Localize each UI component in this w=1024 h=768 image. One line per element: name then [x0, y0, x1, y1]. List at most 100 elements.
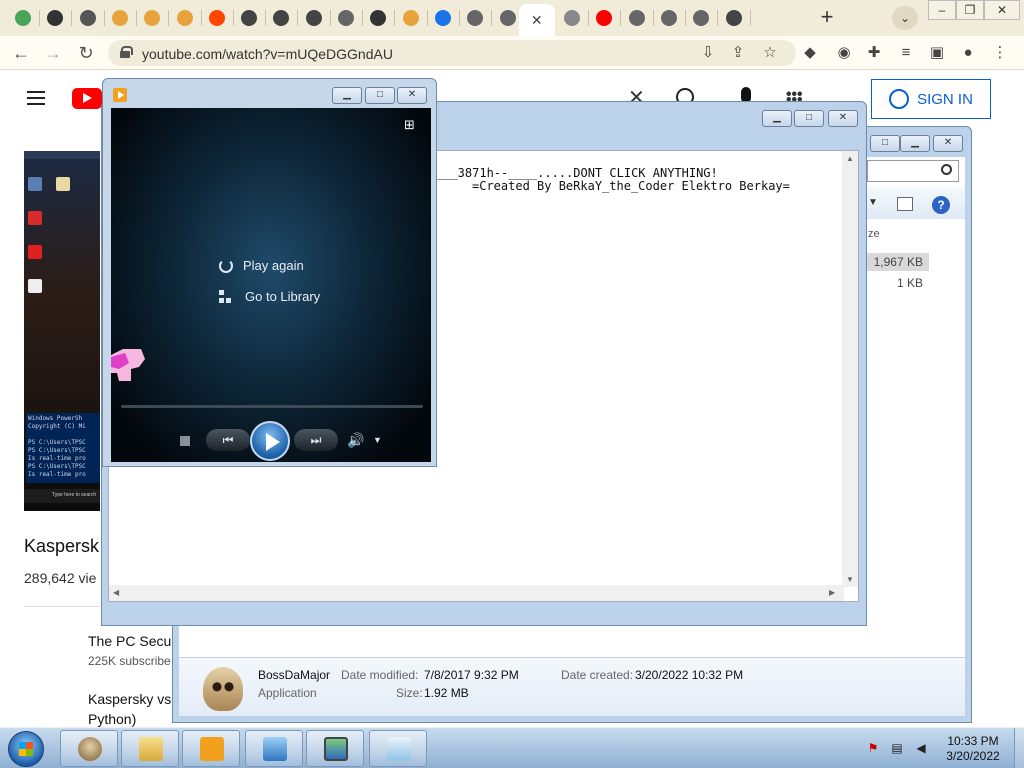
action-center-icon[interactable]: ⚑: [866, 741, 880, 755]
extension-doge-icon[interactable]: ◉: [834, 43, 854, 63]
scroll-right-icon[interactable]: ▶: [829, 588, 835, 597]
seek-bar[interactable]: [121, 405, 423, 408]
tab-favicon-icon: [15, 10, 31, 26]
extensions-puzzle-icon[interactable]: ✚: [864, 43, 884, 63]
share-icon[interactable]: ⇪: [728, 43, 748, 63]
restore-button[interactable]: ❐: [956, 0, 984, 20]
reload-icon[interactable]: ↻: [75, 42, 97, 64]
tab-active[interactable]: ✕: [518, 4, 555, 36]
volume-icon[interactable]: 🔊: [347, 432, 364, 449]
new-tab-button[interactable]: +: [814, 5, 840, 31]
sign-in-button[interactable]: SIGN IN: [871, 79, 991, 119]
minimize-button[interactable]: ▁: [900, 135, 930, 152]
extension-hat-icon[interactable]: ◆: [800, 43, 820, 63]
chevron-down-icon[interactable]: ▼: [868, 197, 878, 208]
taskbar-notepad[interactable]: [369, 730, 427, 767]
browser-tab[interactable]: [73, 4, 103, 32]
browser-tab[interactable]: [137, 4, 167, 32]
menu-kebab-icon[interactable]: ⋮: [990, 43, 1010, 63]
date-modified-label: Date modified:: [341, 668, 419, 682]
browser-tab[interactable]: [719, 4, 749, 32]
previous-button[interactable]: ⏮: [206, 429, 250, 451]
browser-tab[interactable]: [428, 4, 458, 32]
browser-tab[interactable]: [460, 4, 490, 32]
scroll-down-icon[interactable]: ▼: [846, 575, 854, 584]
bookmark-star-icon[interactable]: ☆: [760, 43, 780, 63]
related-video-title[interactable]: Kaspersky vs Python): [88, 689, 178, 729]
browser-tab[interactable]: [557, 4, 587, 32]
close-button[interactable]: ✕: [984, 0, 1020, 20]
tab-search-chevron-down-icon[interactable]: ⌄: [892, 6, 918, 30]
taskbar-explorer[interactable]: [121, 730, 179, 767]
browser-tab[interactable]: [105, 4, 135, 32]
browser-tab[interactable]: [40, 4, 70, 32]
taskbar-skull-app[interactable]: [60, 730, 118, 767]
column-header-size[interactable]: ze: [868, 228, 880, 240]
play-button[interactable]: [250, 421, 290, 461]
channel-name[interactable]: The PC Secu: [88, 633, 171, 649]
tab-separator: [749, 10, 751, 26]
stop-button[interactable]: [180, 436, 190, 446]
minimize-button[interactable]: ▁: [762, 110, 792, 127]
browser-tab[interactable]: [589, 4, 619, 32]
show-desktop-button[interactable]: [1014, 728, 1024, 768]
video-player[interactable]: Windows PowerSh Copyright (C) Mi PS C:\U…: [24, 151, 100, 511]
restore-button[interactable]: □: [365, 87, 395, 104]
browser-tab[interactable]: [299, 4, 329, 32]
taskbar-control-panel[interactable]: [245, 730, 303, 767]
side-panel-icon[interactable]: ▣: [927, 43, 947, 63]
browser-tab[interactable]: [234, 4, 264, 32]
media-queue-icon[interactable]: ≡: [896, 43, 916, 63]
vertical-scrollbar[interactable]: ▲ ▼: [842, 151, 858, 587]
media-player-window[interactable]: ▁ □ ✕ ⊞ Play again Go to Library ⏮ ⏭ 🔊 ▼: [102, 78, 437, 467]
search-icon[interactable]: [941, 164, 952, 175]
tab-close-icon[interactable]: ✕: [531, 12, 543, 29]
scroll-up-icon[interactable]: ▲: [846, 154, 854, 163]
browser-tab[interactable]: [363, 4, 393, 32]
forward-arrow-icon[interactable]: →: [42, 42, 64, 64]
replay-icon: [219, 258, 233, 273]
tab-strip: ✕: [0, 0, 1024, 36]
minimize-button[interactable]: ▁: [332, 87, 362, 104]
browser-tab[interactable]: [331, 4, 361, 32]
restore-button[interactable]: □: [870, 135, 900, 152]
browser-tab[interactable]: [686, 4, 716, 32]
profile-icon[interactable]: ●: [958, 43, 978, 63]
browser-tab[interactable]: [170, 4, 200, 32]
volume-dropdown-icon[interactable]: ▼: [373, 435, 382, 445]
youtube-logo[interactable]: [72, 88, 102, 109]
preview-pane-icon[interactable]: [897, 197, 913, 211]
taskbar-paint[interactable]: [306, 730, 364, 767]
browser-tab[interactable]: [396, 4, 426, 32]
horizontal-scrollbar[interactable]: ◀ ▶: [109, 585, 844, 601]
start-button[interactable]: [8, 731, 44, 767]
play-again-button[interactable]: Play again: [219, 258, 304, 273]
taskbar-media-player[interactable]: [182, 730, 240, 767]
minimize-button[interactable]: –: [928, 0, 956, 20]
browser-tab[interactable]: [8, 4, 38, 32]
browser-tab[interactable]: [654, 4, 684, 32]
tab-favicon-icon: [144, 10, 161, 26]
close-button[interactable]: ✕: [828, 110, 858, 127]
browser-tab[interactable]: [266, 4, 296, 32]
system-clock[interactable]: 10:33 PM 3/20/2022: [937, 734, 1009, 764]
text-line-1: ___3871h--____.....DONT CLICK ANYTHING!: [436, 166, 718, 180]
install-icon[interactable]: ⇩: [698, 43, 718, 63]
close-button[interactable]: ✕: [397, 87, 427, 104]
help-icon[interactable]: ?: [932, 196, 950, 214]
network-icon[interactable]: ▤: [890, 741, 904, 755]
scroll-left-icon[interactable]: ◀: [113, 588, 119, 597]
switch-to-library-icon[interactable]: ⊞: [404, 117, 420, 132]
volume-icon[interactable]: ◀: [914, 741, 928, 755]
close-button[interactable]: ✕: [933, 135, 963, 152]
browser-tab[interactable]: [622, 4, 652, 32]
browser-tab[interactable]: [202, 4, 232, 32]
back-arrow-icon[interactable]: ←: [10, 42, 32, 64]
playback-controls: ⏮ ⏭ 🔊 ▼: [111, 413, 431, 462]
next-button[interactable]: ⏭: [294, 429, 338, 451]
go-to-library-button[interactable]: Go to Library: [219, 289, 320, 304]
hamburger-menu-icon[interactable]: [27, 91, 45, 105]
address-bar[interactable]: youtube.com/watch?v=mUQeDGGndAU ⇩ ⇪ ☆: [108, 40, 796, 66]
tab-favicon-icon: [596, 10, 613, 26]
restore-button[interactable]: □: [794, 110, 824, 127]
